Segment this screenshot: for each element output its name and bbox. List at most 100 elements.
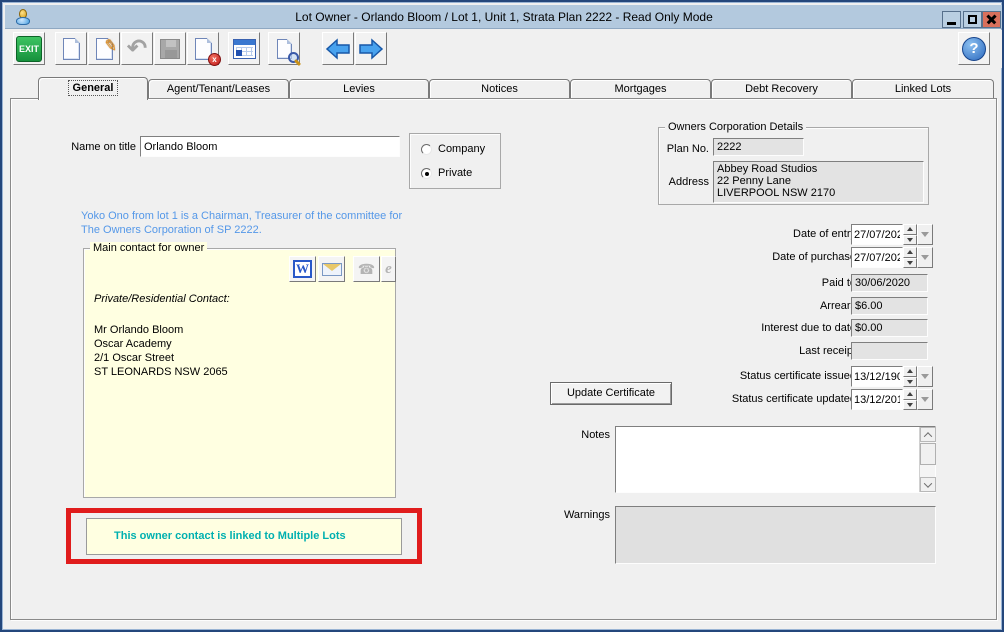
committee-note-line1: Yoko Ono from lot 1 is a Chairman, Treas… — [81, 210, 403, 222]
main-contact-group: Main contact for owner W ☎ e Private/Res… — [83, 242, 396, 498]
spin-up-button[interactable] — [903, 224, 917, 235]
company-radio-label: Company — [438, 143, 486, 155]
tab-levies[interactable]: Levies — [289, 79, 429, 98]
notes-label: Notes — [581, 429, 610, 441]
spin-up-icon — [907, 227, 913, 232]
radio-checked-icon — [421, 167, 432, 179]
date-of-purchase-input[interactable] — [851, 247, 903, 268]
date-of-entry-spinner — [903, 224, 917, 245]
edit-button[interactable]: ✎ — [88, 32, 120, 65]
tab-mortgages[interactable]: Mortgages — [570, 79, 711, 98]
spin-up-button[interactable] — [903, 389, 917, 400]
general-tab-page: Name on title Company Private Owners Cor… — [10, 98, 997, 620]
preview-button[interactable] — [268, 32, 300, 65]
date-of-purchase-dropdown-button[interactable] — [917, 247, 933, 268]
date-of-purchase-label: Date of purchase — [772, 251, 856, 263]
scrollbar-thumb[interactable] — [920, 443, 936, 465]
tab-notices[interactable]: Notices — [429, 79, 570, 98]
close-icon — [986, 14, 997, 25]
tab-debt-recovery[interactable]: Debt Recovery — [711, 79, 852, 98]
minimize-icon — [947, 21, 956, 25]
spin-down-button[interactable] — [903, 234, 917, 245]
spin-up-button[interactable] — [903, 247, 917, 258]
status-cert-issued-input[interactable] — [851, 366, 903, 387]
cancel-icon: x — [208, 53, 221, 66]
warnings-box — [615, 506, 936, 564]
cancel-button[interactable]: x — [187, 32, 221, 66]
spin-up-icon — [907, 369, 913, 374]
spin-down-button[interactable] — [903, 376, 917, 387]
exit-icon: EXIT — [15, 35, 42, 62]
spin-up-icon — [907, 392, 913, 397]
status-cert-updated-input[interactable] — [851, 389, 903, 410]
address-line: Abbey Road Studios — [717, 163, 818, 175]
address-line: 22 Penny Lane — [717, 175, 792, 187]
tab-linked-lots[interactable]: Linked Lots — [852, 79, 994, 98]
save-button[interactable] — [154, 32, 186, 65]
exit-button[interactable]: EXIT — [13, 32, 45, 65]
status-cert-updated-dropdown-button[interactable] — [917, 389, 933, 410]
new-document-icon — [62, 37, 80, 60]
scroll-down-button[interactable] — [920, 477, 936, 492]
status-cert-issued-dropdown-button[interactable] — [917, 366, 933, 387]
spin-down-button[interactable] — [903, 399, 917, 410]
new-button[interactable] — [55, 32, 87, 65]
company-radio[interactable]: Company — [421, 143, 485, 155]
back-button[interactable] — [322, 32, 354, 65]
date-of-entry-control — [851, 224, 933, 245]
paid-to-label: Paid to — [821, 277, 856, 289]
tabstrip: General Agent/Tenant/Leases Levies Notic… — [38, 77, 994, 100]
tab-general[interactable]: General — [38, 77, 148, 100]
web-button[interactable]: e — [381, 256, 396, 282]
notes-scrollbar[interactable] — [919, 427, 936, 492]
calendar-icon — [232, 38, 256, 59]
chevron-down-icon — [921, 397, 929, 402]
private-radio-label: Private — [438, 167, 473, 179]
committee-note: Yoko Ono from lot 1 is a Chairman, Treas… — [81, 209, 402, 237]
warnings-label: Warnings — [563, 509, 610, 521]
name-on-title-input[interactable] — [140, 136, 400, 157]
contact-name: Mr Orlando Bloom — [94, 324, 184, 336]
status-cert-updated-control — [851, 389, 933, 410]
spin-down-button[interactable] — [903, 257, 917, 268]
private-radio[interactable]: Private — [421, 167, 472, 179]
chevron-up-icon — [923, 431, 933, 441]
last-receipt-field — [851, 342, 928, 360]
minimize-button[interactable] — [942, 11, 961, 28]
help-button[interactable]: ? — [958, 32, 990, 65]
toolbar: EXIT ✎ ↶ x ? — [5, 30, 1002, 68]
address-line: LIVERPOOL NSW 2170 — [717, 187, 836, 199]
spin-up-button[interactable] — [903, 366, 917, 377]
date-of-entry-input[interactable] — [851, 224, 903, 245]
interest-due-label: Interest due to date — [761, 322, 856, 334]
word-merge-button[interactable]: W — [289, 256, 316, 282]
update-certificate-button[interactable]: Update Certificate — [550, 382, 672, 405]
plan-no-field — [713, 138, 804, 156]
date-of-entry-dropdown-button[interactable] — [917, 224, 933, 245]
contact-street: 2/1 Oscar Street — [94, 352, 175, 364]
spin-up-icon — [907, 250, 913, 255]
notes-box — [615, 426, 936, 493]
main-contact-legend: Main contact for owner — [90, 242, 208, 254]
phone-button[interactable]: ☎ — [353, 256, 380, 282]
scroll-up-button[interactable] — [920, 427, 936, 442]
name-on-title-label: Name on title — [71, 141, 136, 153]
chevron-down-icon — [923, 478, 933, 488]
spin-down-icon — [907, 260, 913, 265]
forward-button[interactable] — [355, 32, 387, 65]
lot-owner-window: Lot Owner - Orlando Bloom / Lot 1, Unit … — [0, 0, 1004, 632]
undo-button[interactable]: ↶ — [121, 32, 153, 65]
close-button[interactable] — [982, 11, 1001, 28]
paid-to-field — [851, 274, 928, 292]
magnifier-icon — [288, 52, 299, 63]
owners-corporation-legend: Owners Corporation Details — [665, 121, 807, 133]
maximize-button[interactable] — [963, 11, 982, 28]
tab-agent-tenant-leases[interactable]: Agent/Tenant/Leases — [148, 79, 289, 98]
undo-icon: ↶ — [126, 34, 148, 62]
calendar-date-icon — [235, 49, 242, 56]
email-button[interactable] — [318, 256, 345, 282]
calendar-button[interactable] — [228, 32, 260, 65]
date-of-purchase-control — [851, 247, 933, 268]
notes-input[interactable] — [616, 427, 919, 492]
spin-down-icon — [907, 379, 913, 384]
